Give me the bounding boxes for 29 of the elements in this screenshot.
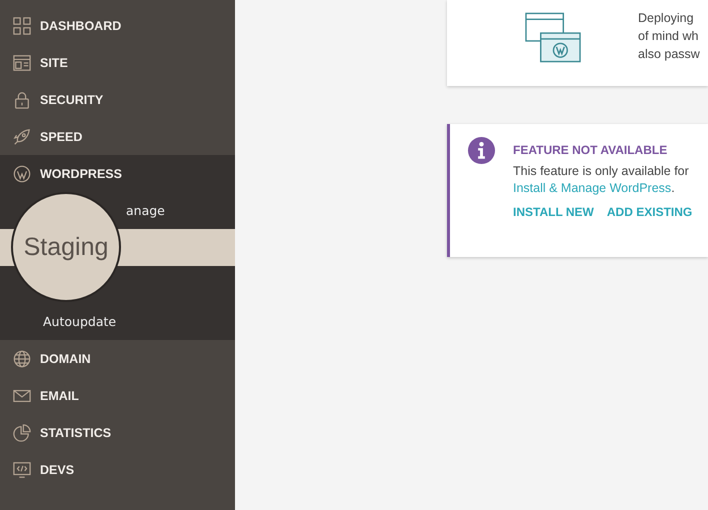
- grid-icon: [13, 16, 31, 34]
- magnifier-lens[interactable]: Staging: [11, 192, 121, 302]
- rocket-icon: [13, 128, 31, 146]
- description-text: Deploying: [638, 10, 695, 27]
- nav-item[interactable]: DOMAIN: [0, 340, 235, 377]
- nav-item[interactable]: DASHBOARD: [0, 7, 235, 44]
- description-text: also passw: [638, 46, 700, 63]
- nav-item[interactable]: STATISTICS: [0, 414, 235, 451]
- period-text: .: [671, 181, 675, 195]
- submenu-item[interactable]: Staging: [24, 232, 108, 262]
- description-text: of mind wh: [638, 28, 700, 45]
- wordpress-icon: [13, 164, 31, 182]
- pie-chart-icon: [13, 424, 31, 442]
- submenu-item[interactable]: Autoupdate: [43, 314, 116, 329]
- browser-windows-icon: [525, 12, 582, 64]
- globe-icon: [13, 350, 31, 368]
- lock-icon: [13, 90, 31, 108]
- submenu-item[interactable]: anage: [126, 203, 165, 218]
- notice-text: This feature is only available for: [513, 164, 690, 178]
- nav-item[interactable]: EMAIL: [0, 377, 235, 414]
- nav-item[interactable]: SITE: [0, 44, 235, 81]
- layout-icon: [13, 54, 31, 72]
- nav-item[interactable]: DEVS: [0, 451, 235, 488]
- nav-item[interactable]: WORDPRESS: [0, 155, 235, 192]
- notice-title: FEATURE NOT AVAILABLE: [513, 143, 668, 157]
- nav-item[interactable]: SPEED: [0, 118, 235, 155]
- info-icon: [467, 136, 496, 165]
- nav-item[interactable]: SECURITY: [0, 81, 235, 118]
- code-monitor-icon: [13, 460, 31, 478]
